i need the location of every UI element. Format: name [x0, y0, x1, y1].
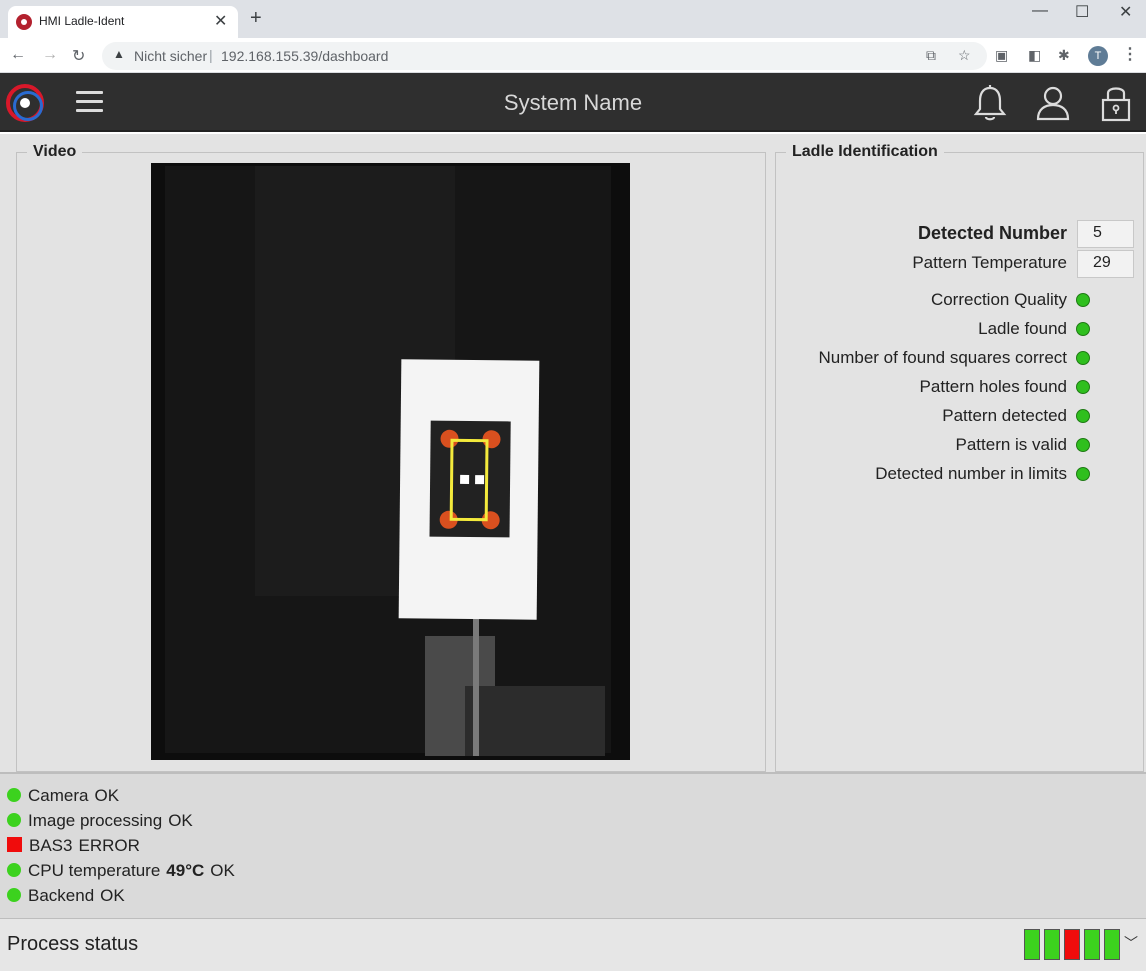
status-state: OK: [100, 886, 125, 905]
maximize-icon[interactable]: ☐: [1075, 2, 1089, 22]
indicator-row: Detected number in limits: [776, 461, 1145, 487]
detected-number-value: 5: [1077, 220, 1134, 248]
indicator-row: Pattern detected: [776, 403, 1145, 429]
status-item-bas3: BAS3 ERROR: [7, 836, 140, 858]
status-state: OK: [94, 786, 120, 805]
status-name: Camera: [28, 786, 89, 805]
status-state: ERROR: [78, 836, 140, 855]
warning-icon[interactable]: ▲: [113, 47, 125, 61]
status-led-icon: [7, 813, 21, 827]
status-led-icon: [1076, 409, 1090, 423]
pattern-temperature-value: 29: [1077, 250, 1134, 278]
status-name: BAS3: [29, 836, 73, 855]
browser-tab[interactable]: HMI Ladle-Ident ✕: [8, 6, 238, 38]
process-segment: [1024, 929, 1040, 960]
indicator-label: Correction Quality: [930, 290, 1067, 309]
reload-icon[interactable]: ↻: [72, 46, 85, 66]
bell-icon[interactable]: [972, 83, 1008, 123]
detected-number-label: Detected Number: [917, 223, 1067, 243]
indicator-label: Pattern holes found: [919, 377, 1067, 396]
status-led-icon: [1076, 380, 1090, 394]
status-led-icon: [1076, 322, 1090, 336]
ladle-panel-title: Ladle Identification: [792, 143, 938, 160]
status-item-image-processing: Image processing OK: [7, 811, 193, 833]
indicator-label: Detected number in limits: [875, 464, 1067, 483]
forward-icon[interactable]: →: [42, 46, 58, 64]
extension-bag-icon[interactable]: ▣: [995, 47, 1008, 64]
camera-image: [165, 166, 611, 756]
indicator-label: Pattern is valid: [955, 435, 1068, 454]
minimize-icon[interactable]: —: [1032, 2, 1048, 20]
process-status-label: Process status: [7, 933, 139, 955]
separator: |: [209, 47, 213, 63]
extensions-puzzle-icon[interactable]: ✱: [1058, 47, 1070, 64]
extension-badge-icon[interactable]: ◧: [1028, 47, 1041, 64]
not-secure-label: Nicht sicher: [134, 48, 208, 64]
user-icon[interactable]: [1035, 83, 1071, 123]
status-name: Image processing: [28, 811, 163, 830]
profile-avatar[interactable]: T: [1088, 46, 1108, 66]
indicator-row: Pattern holes found: [776, 374, 1145, 400]
process-status-bar[interactable]: Process status ﹀: [0, 918, 1146, 971]
ladle-identification-panel: Ladle Identification Detected Number 5 P…: [775, 143, 1144, 772]
status-led-icon: [1076, 438, 1090, 452]
indicator-row: Ladle found: [776, 316, 1145, 342]
address-bar: ← → ↻ ▲ Nicht sicher | 192.168.155.39/da…: [0, 38, 1146, 73]
detected-number-row: Detected Number 5: [776, 220, 1145, 248]
cpu-temperature-value: 49°C: [166, 861, 205, 880]
process-segment: [1084, 929, 1100, 960]
lock-icon[interactable]: [1098, 83, 1134, 123]
indicator-label: Ladle found: [978, 319, 1067, 338]
error-indicator-icon: [7, 837, 22, 852]
status-led-icon: [7, 788, 21, 802]
indicator-label: Pattern detected: [942, 406, 1067, 425]
process-segment: [1064, 929, 1080, 960]
indicator-row: Number of found squares correct: [776, 345, 1145, 371]
status-state: OK: [168, 811, 193, 830]
status-led-icon: [7, 863, 21, 877]
status-item-cpu-temperature: CPU temperature 49°C OK: [7, 861, 235, 883]
back-icon[interactable]: ←: [10, 46, 26, 64]
video-panel-title: Video: [33, 143, 77, 160]
status-state: OK: [210, 861, 235, 880]
process-segment: [1104, 929, 1120, 960]
app-header: System Name: [0, 73, 1146, 132]
browser-tabstrip: HMI Ladle-Ident ✕ + — ☐ ✕: [0, 0, 1146, 38]
status-led-icon: [7, 888, 21, 902]
window-close-icon[interactable]: ✕: [1119, 2, 1132, 22]
pattern-marker: [429, 420, 511, 538]
status-led-icon: [1076, 351, 1090, 365]
omnibox[interactable]: ▲ Nicht sicher | 192.168.155.39/dashboar…: [102, 42, 987, 70]
tab-title: HMI Ladle-Ident: [39, 14, 125, 28]
status-item-backend: Backend OK: [7, 886, 125, 908]
status-led-icon: [1076, 293, 1090, 307]
chevron-down-icon[interactable]: ﹀: [1124, 933, 1138, 953]
status-name: CPU temperature: [28, 861, 161, 880]
indicator-row: Correction Quality: [776, 287, 1145, 313]
url-text[interactable]: 192.168.155.39/dashboard: [221, 48, 388, 64]
translate-icon[interactable]: ⧉: [926, 47, 936, 64]
status-item-camera: Camera OK: [7, 786, 119, 808]
system-status-list: Camera OK Image processing OK BAS3 ERROR CP…: [0, 772, 1146, 918]
close-tab-icon[interactable]: ✕: [214, 11, 227, 31]
ladle-pattern-plate: [398, 359, 540, 620]
indicator-label: Number of found squares correct: [818, 348, 1067, 367]
pattern-temperature-row: Pattern Temperature 29: [776, 250, 1145, 278]
bookmark-star-icon[interactable]: ☆: [958, 47, 971, 64]
status-name: Backend: [28, 886, 95, 905]
camera-video-feed: [151, 163, 630, 760]
menu-kebab-icon[interactable]: ⋮: [1122, 44, 1138, 64]
favicon-icon: [16, 14, 32, 30]
new-tab-icon[interactable]: +: [250, 8, 262, 28]
status-led-icon: [1076, 467, 1090, 481]
indicator-row: Pattern is valid: [776, 432, 1145, 458]
process-segment: [1044, 929, 1060, 960]
pattern-temperature-label: Pattern Temperature: [912, 253, 1067, 272]
